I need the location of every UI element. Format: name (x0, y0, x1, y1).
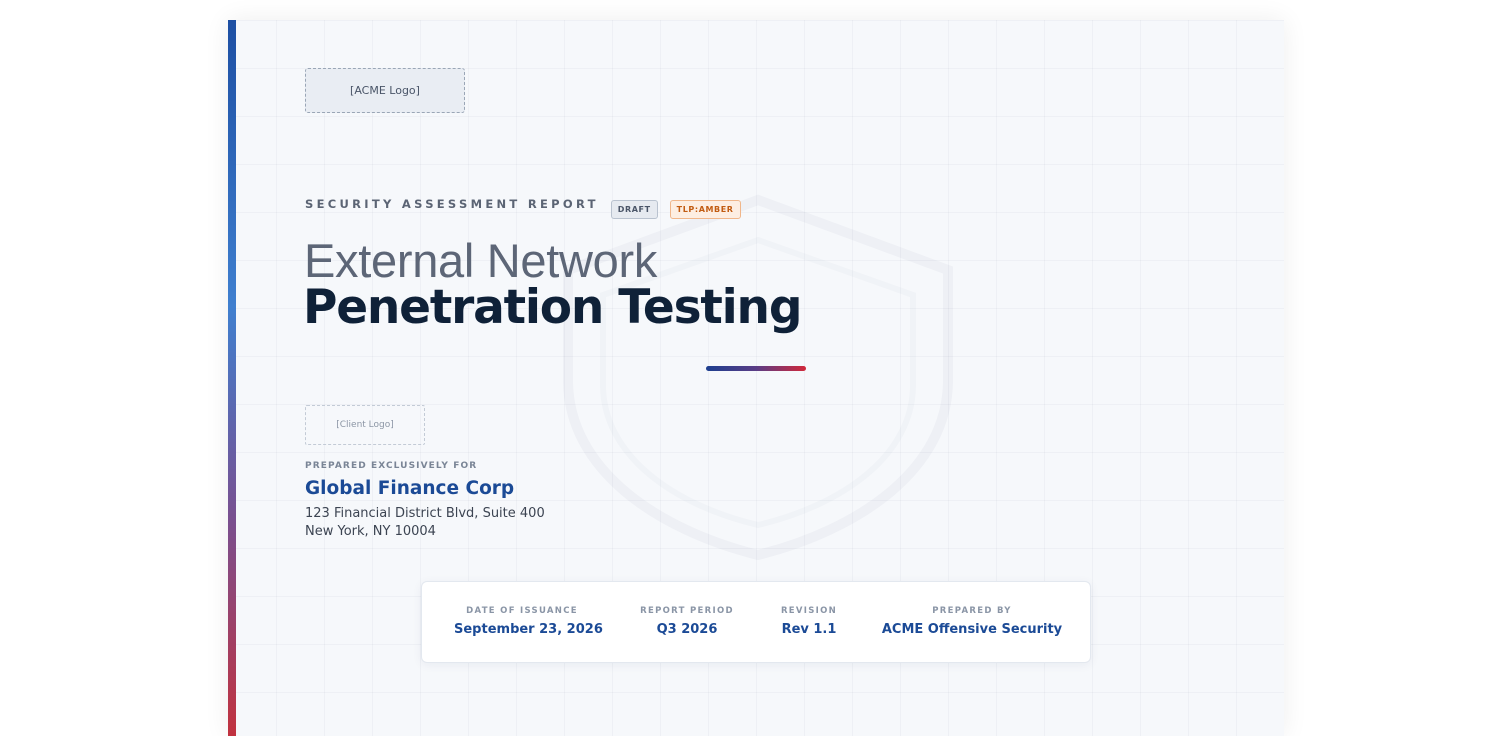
prepared-by-label: PREPARED BY (932, 606, 1012, 616)
accent-side-bar (228, 20, 236, 736)
client-logo-placeholder: [Client Logo] (305, 405, 425, 445)
prepared-for-label: PREPARED EXCLUSIVELY FOR (305, 461, 478, 471)
report-meta-card: DATE OF ISSUANCE September 23, 2026 REPO… (421, 581, 1091, 663)
meta-prepared-by: PREPARED BY ACME Offensive Security (880, 606, 1064, 637)
client-address-line2: New York, NY 10004 (305, 524, 436, 539)
prepared-by-value: ACME Offensive Security (881, 622, 1063, 637)
period-value: Q3 2026 (656, 622, 718, 637)
eyebrow-row: SECURITY ASSESSMENT REPORT DRAFT TLP:AMB… (305, 194, 741, 219)
report-title-line2: Penetration Testing (303, 280, 802, 335)
meta-revision: REVISION Rev 1.1 (774, 606, 844, 637)
issuance-label: DATE OF ISSUANCE (466, 606, 578, 616)
report-type-label: SECURITY ASSESSMENT REPORT (305, 196, 599, 211)
meta-issuance: DATE OF ISSUANCE September 23, 2026 (454, 606, 603, 637)
acme-logo-placeholder: [ACME Logo] (305, 68, 465, 113)
period-label: REPORT PERIOD (640, 606, 734, 616)
meta-period: REPORT PERIOD Q3 2026 (632, 606, 742, 637)
client-name: Global Finance Corp (305, 478, 515, 499)
client-logo-text: [Client Logo] (336, 420, 394, 430)
tlp-amber-badge: TLP:AMBER (669, 200, 741, 219)
report-cover-page: [ACME Logo] SECURITY ASSESSMENT REPORT D… (228, 20, 1284, 736)
issuance-value: September 23, 2026 (454, 622, 603, 637)
title-underline-divider (706, 366, 806, 371)
revision-label: REVISION (780, 606, 838, 616)
acme-logo-text: [ACME Logo] (350, 84, 420, 97)
revision-value: Rev 1.1 (781, 622, 837, 637)
client-address-line1: 123 Financial District Blvd, Suite 400 (305, 506, 545, 521)
draft-badge: DRAFT (610, 200, 658, 219)
